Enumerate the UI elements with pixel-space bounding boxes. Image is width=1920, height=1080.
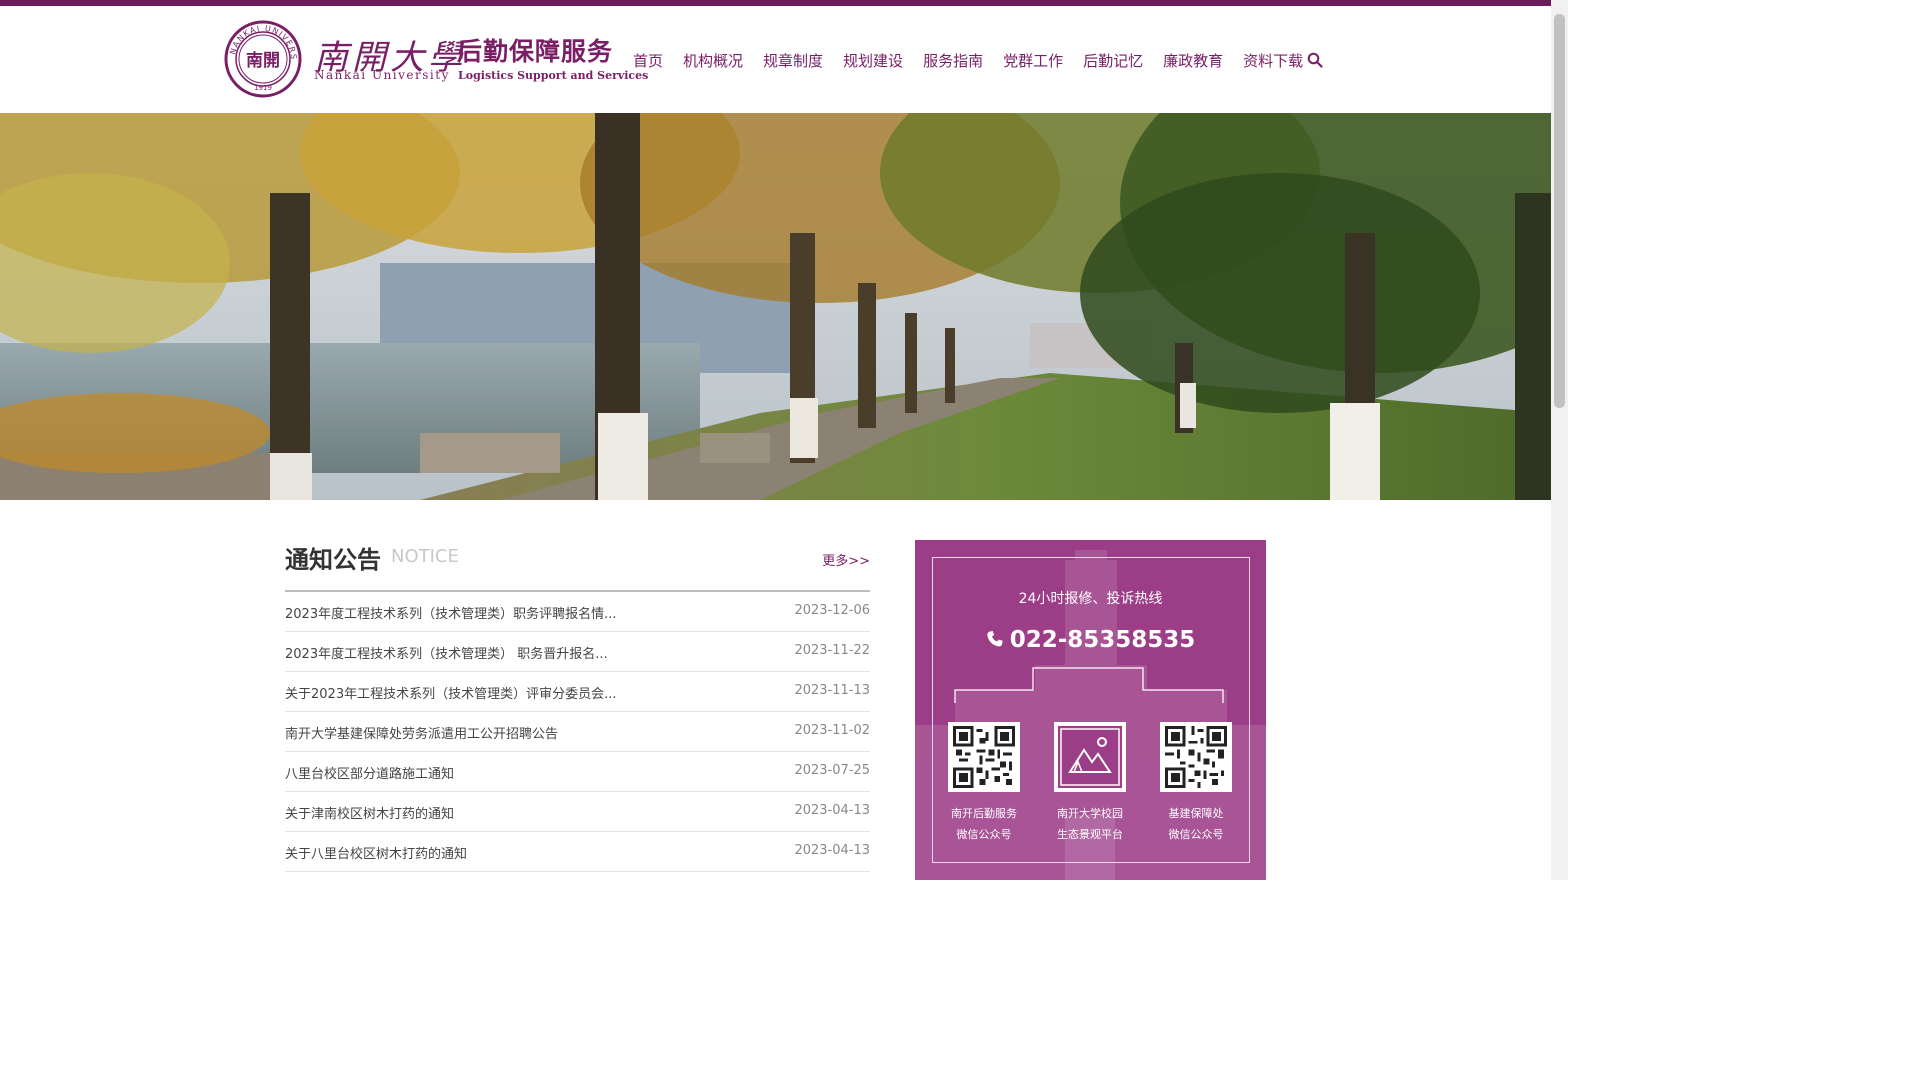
main-nav: 首页 机构概况 规章制度 规划建设 服务指南 党群工作 后勤记忆 廉政教育 资料…: [623, 50, 1313, 72]
nav-item-planning[interactable]: 规划建设: [833, 50, 913, 72]
nav-item-service-guide[interactable]: 服务指南: [913, 50, 993, 72]
notice-item-date: 2023-12-06: [794, 603, 870, 618]
hotline-phone-number[interactable]: 022-85358535: [1010, 627, 1196, 653]
notice-item-title[interactable]: 2023年度工程技术系列（技术管理类） 职务晋升报名...: [285, 643, 608, 662]
nav-item-home[interactable]: 首页: [623, 50, 673, 72]
qr-code-icon: [1165, 726, 1227, 788]
nav-item-downloads[interactable]: 资料下载: [1233, 50, 1313, 72]
notice-more-link[interactable]: 更多>>: [822, 550, 870, 569]
hotline-panel: 24小时报修、投诉热线 022-85358535 南开后勤服务 微信公众号 南开…: [915, 540, 1266, 880]
qr-caption-line1: 南开大学校园: [1057, 807, 1123, 820]
notice-item-title[interactable]: 关于2023年工程技术系列（技术管理类）评审分委员会...: [285, 683, 616, 702]
site-title[interactable]: 后勤保障服务: [457, 32, 613, 68]
qr-caption: 基建保障处 微信公众号: [1146, 803, 1246, 845]
notice-item-date: 2023-04-13: [794, 843, 870, 858]
campus-banner-image: [0, 113, 1551, 500]
notice-item-title[interactable]: 关于津南校区树木打药的通知: [285, 803, 454, 822]
qr-caption: 南开后勤服务 微信公众号: [934, 803, 1034, 845]
notice-item-title[interactable]: 南开大学基建保障处劳务派遣用工公开招聘公告: [285, 723, 558, 742]
nav-item-regulations[interactable]: 规章制度: [753, 50, 833, 72]
notice-item-date: 2023-04-13: [794, 803, 870, 818]
nav-item-about[interactable]: 机构概况: [673, 50, 753, 72]
notice-title-en: NOTICE: [391, 546, 459, 567]
notice-title: 通知公告: [285, 546, 381, 574]
university-seal-logo[interactable]: NANKAI UNIVERSITY 1919 南開: [224, 20, 302, 98]
nav-item-memory[interactable]: 后勤记忆: [1073, 50, 1153, 72]
qr-caption-line1: 南开后勤服务: [951, 807, 1017, 820]
svg-text:南開: 南開: [246, 50, 280, 71]
notice-header: 通知公告 NOTICE 更多>>: [285, 540, 870, 592]
nav-item-integrity[interactable]: 廉政教育: [1153, 50, 1233, 72]
notice-item[interactable]: 八里台校区部分道路施工通知 2023-07-25: [285, 752, 870, 792]
notice-item-date: 2023-07-25: [794, 763, 870, 778]
notice-item-title[interactable]: 关于八里台校区树木打药的通知: [285, 843, 467, 862]
hotline-label: 24小时报修、投诉热线: [1018, 591, 1163, 607]
notice-item-date: 2023-11-22: [794, 643, 870, 658]
notice-item-title[interactable]: 八里台校区部分道路施工通知: [285, 763, 454, 782]
notice-item[interactable]: 关于2023年工程技术系列（技术管理类）评审分委员会... 2023-11-13: [285, 672, 870, 712]
phone-icon: [987, 631, 1003, 647]
qr-code-infrastructure-wechat[interactable]: [1160, 722, 1232, 792]
hotline-phone[interactable]: 022-85358535: [915, 627, 1266, 653]
qr-caption: 南开大学校园 生态景观平台: [1040, 803, 1140, 845]
qr-caption-line1: 基建保障处: [1168, 807, 1224, 820]
notice-item[interactable]: 2023年度工程技术系列（技术管理类） 职务晋升报名... 2023-11-22: [285, 632, 870, 672]
qr-code-logistics-wechat[interactable]: [948, 722, 1020, 792]
notice-item[interactable]: 关于八里台校区树木打药的通知 2023-04-13: [285, 832, 870, 872]
scrollbar-thumb[interactable]: [1554, 14, 1565, 408]
qr-caption-line2: 微信公众号: [956, 828, 1012, 841]
page-scrollbar[interactable]: [1551, 0, 1568, 880]
notice-item[interactable]: 2023年度工程技术系列（技术管理类）职务评聘报名情... 2023-12-06: [285, 592, 870, 632]
qr-code-icon: [953, 726, 1015, 788]
notice-item-title[interactable]: 2023年度工程技术系列（技术管理类）职务评聘报名情...: [285, 603, 616, 622]
notice-item[interactable]: 关于津南校区树木打药的通知 2023-04-13: [285, 792, 870, 832]
notice-item[interactable]: 南开大学基建保障处劳务派遣用工公开招聘公告 2023-11-02: [285, 712, 870, 752]
notice-section: 通知公告 NOTICE 更多>> 2023年度工程技术系列（技术管理类）职务评聘…: [285, 540, 870, 872]
landscape-icon: [1058, 726, 1122, 788]
nav-item-party-work[interactable]: 党群工作: [993, 50, 1073, 72]
site-subtitle: Logistics Support and Services: [458, 69, 649, 82]
svg-text:1919: 1919: [254, 84, 272, 92]
qr-code-campus-ecology[interactable]: [1054, 722, 1126, 792]
notice-item-date: 2023-11-13: [794, 683, 870, 698]
site-header: NANKAI UNIVERSITY 1919 南開 南開大學 Nankai Un…: [0, 6, 1551, 113]
qr-caption-line2: 生态景观平台: [1057, 828, 1123, 841]
notice-item-date: 2023-11-02: [794, 723, 870, 738]
search-icon[interactable]: [1307, 52, 1323, 68]
qr-caption-line2: 微信公众号: [1168, 828, 1224, 841]
university-name-en: Nankai University: [314, 68, 450, 82]
